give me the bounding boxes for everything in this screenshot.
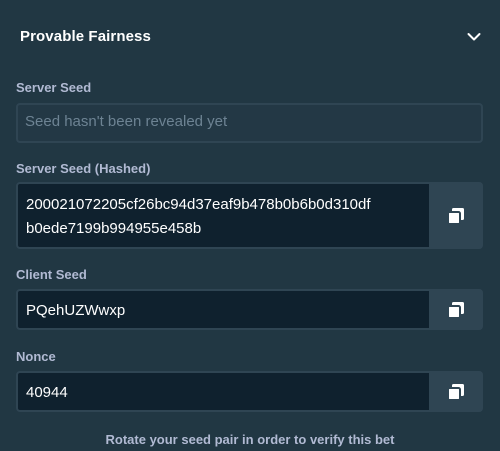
copy-server-seed-hashed-button[interactable]	[429, 182, 483, 249]
server-seed-hashed-field[interactable]: 200021072205cf26bc94d37eaf9b478b0b6b0d31…	[16, 182, 483, 249]
server-seed-label: Server Seed	[16, 80, 92, 95]
provable-fairness-panel: Provable Fairness Server Seed Seed hasn'…	[0, 0, 500, 451]
panel-title: Provable Fairness	[20, 28, 151, 45]
server-seed-field: Seed hasn't been revealed yet	[16, 103, 483, 143]
rotate-seed-hint: Rotate your seed pair in order to verify…	[105, 432, 395, 447]
copy-icon	[447, 383, 464, 401]
chevron-down-icon[interactable]	[464, 28, 484, 46]
server-seed-placeholder: Seed hasn't been revealed yet	[25, 113, 228, 130]
nonce-value: 40944	[26, 384, 68, 401]
server-seed-hashed-value-line2: b0ede7199b994955e458b	[26, 220, 202, 237]
copy-icon	[447, 207, 464, 225]
client-seed-field[interactable]: PQehUZWwxp	[16, 289, 483, 330]
copy-client-seed-button[interactable]	[429, 289, 483, 330]
copy-nonce-button[interactable]	[429, 371, 483, 412]
nonce-label: Nonce	[16, 349, 56, 364]
panel-header[interactable]: Provable Fairness	[20, 27, 484, 47]
client-seed-value: PQehUZWwxp	[26, 302, 126, 319]
server-seed-hashed-label: Server Seed (Hashed)	[16, 161, 151, 176]
nonce-field[interactable]: 40944	[16, 371, 483, 412]
copy-icon	[447, 301, 464, 319]
server-seed-hashed-value-line1: 200021072205cf26bc94d37eaf9b478b0b6b0d31…	[26, 196, 371, 213]
client-seed-label: Client Seed	[16, 267, 87, 282]
